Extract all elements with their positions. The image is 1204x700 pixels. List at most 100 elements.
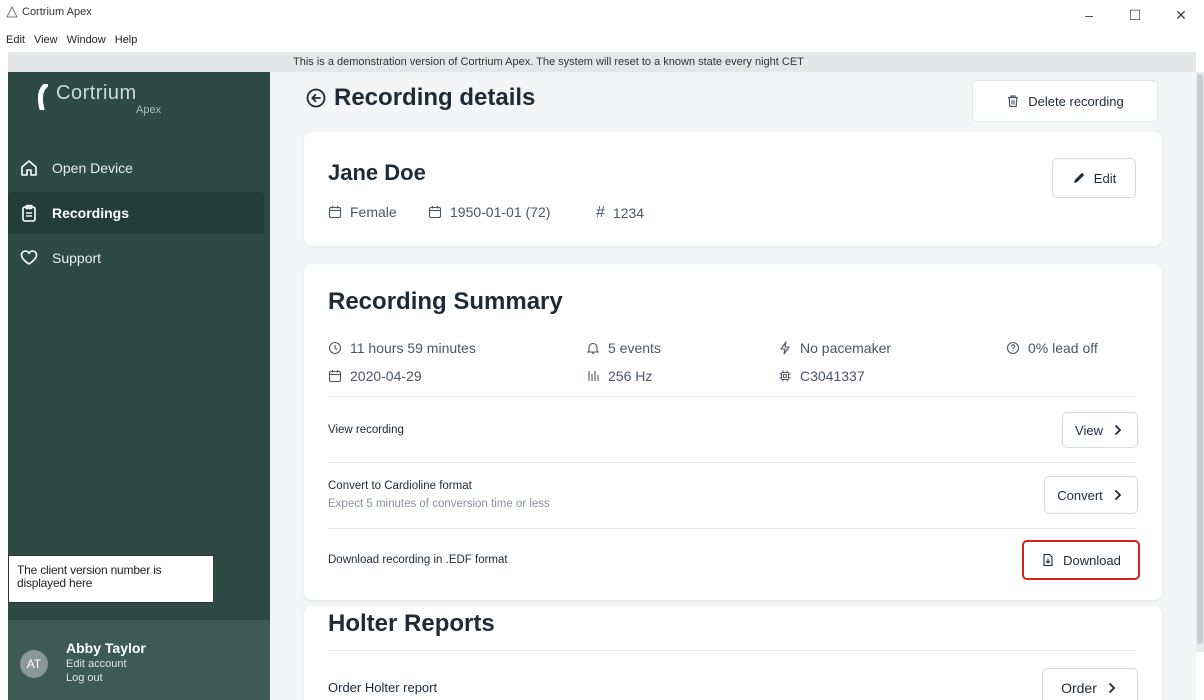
back-arrow-icon[interactable] [306, 88, 326, 108]
summary-events: 5 events [586, 340, 661, 356]
heart-icon [20, 250, 38, 265]
edit-label: Edit [1093, 170, 1117, 186]
hash-icon: # [596, 204, 605, 221]
minimize-button[interactable]: – [1066, 0, 1112, 30]
pacemaker-text: No pacemaker [800, 340, 892, 356]
file-download-icon [1043, 553, 1053, 567]
calendar-icon [328, 206, 342, 219]
order-holter-label: Order Holter report [328, 680, 438, 695]
convert-subtext: Expect 5 minutes of conversion time or l… [328, 498, 550, 510]
main-content: Recording details Delete recording Jane … [270, 72, 1196, 700]
chevron-right-icon [1114, 490, 1122, 500]
view-button-label: View [1075, 422, 1103, 438]
order-button[interactable]: Order [1042, 668, 1138, 700]
convert-label: Convert to Cardioline format [328, 480, 472, 492]
close-button[interactable]: ✕ [1158, 0, 1204, 30]
page-title: Recording details [306, 84, 535, 112]
bolt-icon [780, 341, 790, 355]
summary-date: 2020-04-29 [328, 368, 422, 384]
user-panel: AT Abby Taylor Edit account Log out [8, 620, 270, 700]
scrollbar[interactable] [1196, 72, 1204, 652]
title-bar: Cortrium Apex – ☐ ✕ [0, 0, 1204, 34]
menu-edit[interactable]: Edit [6, 34, 25, 52]
view-recording-label: View recording [328, 424, 404, 436]
logo: Cortrium Apex [36, 82, 176, 124]
summary-pacemaker: No pacemaker [778, 340, 891, 356]
patient-gender: Female [328, 204, 397, 220]
logo-word: Cortrium [56, 82, 137, 104]
page-title-text: Recording details [334, 84, 536, 111]
download-button-label: Download [1063, 552, 1121, 568]
sidebar: Cortrium Apex Open Device Recordings Sup… [8, 72, 270, 700]
summary-title: Recording Summary [328, 288, 563, 315]
patient-id: # 1234 [596, 204, 644, 222]
chip-icon [779, 370, 791, 382]
id-text: 1234 [612, 205, 645, 221]
calendar-icon [328, 370, 342, 383]
convert-button-label: Convert [1057, 487, 1103, 503]
patient-dob: 1950-01-01 (72) [428, 204, 550, 220]
download-button[interactable]: Download [1022, 540, 1140, 580]
divider [328, 462, 1136, 463]
window-controls: – ☐ ✕ [1066, 0, 1204, 30]
sidebar-item-recordings[interactable]: Recordings [8, 192, 264, 234]
edit-patient-button[interactable]: Edit [1052, 158, 1136, 198]
sidebar-item-label: Recordings [52, 205, 130, 221]
home-icon [21, 160, 37, 176]
divider [328, 528, 1136, 529]
clock-icon [328, 341, 342, 355]
holter-title: Holter Reports [328, 610, 495, 637]
delete-recording-button[interactable]: Delete recording [972, 80, 1158, 122]
sidebar-item-open-device[interactable]: Open Device [8, 147, 264, 189]
menu-bar: Edit View Window Help [0, 34, 137, 52]
maximize-button[interactable]: ☐ [1112, 0, 1158, 30]
rate-text: 256 Hz [608, 368, 653, 384]
user-name: Abby Taylor [66, 640, 146, 656]
summary-device: C3041337 [778, 368, 865, 384]
dob-text: 1950-01-01 (72) [450, 204, 551, 220]
summary-leadoff: 0% lead off [1006, 340, 1098, 356]
divider [328, 650, 1136, 651]
pencil-icon [1073, 172, 1084, 183]
chevron-right-icon [1115, 425, 1122, 435]
download-label: Download recording in .EDF format [328, 554, 508, 566]
patient-name: Jane Doe [328, 160, 426, 185]
help-circle-icon [1006, 341, 1020, 355]
menu-view[interactable]: View [34, 34, 58, 52]
logo-sub: Apex [136, 104, 162, 116]
divider [328, 396, 1136, 397]
app-title-text: Cortrium Apex [22, 6, 92, 18]
holter-card: Holter Reports Order Holter report Order [304, 606, 1162, 700]
trash-icon [1008, 95, 1019, 108]
logout-link[interactable]: Log out [66, 672, 103, 684]
order-button-label: Order [1061, 680, 1097, 696]
view-button[interactable]: View [1062, 412, 1138, 448]
sidebar-item-label: Support [52, 250, 102, 266]
sample-rate-icon [588, 371, 599, 381]
menu-window[interactable]: Window [67, 34, 106, 52]
gender-text: Female [350, 204, 397, 220]
scrollbar-thumb[interactable] [1197, 74, 1203, 644]
demo-banner: This is a demonstration version of Cortr… [8, 52, 1196, 72]
summary-card: Recording Summary 11 hours 59 minutes 5 … [304, 264, 1162, 600]
app-logo-icon [6, 6, 18, 18]
edit-account-link[interactable]: Edit account [66, 658, 127, 670]
summary-duration: 11 hours 59 minutes [328, 340, 476, 356]
bell-icon [586, 342, 600, 354]
chevron-right-icon [1108, 683, 1116, 693]
delete-recording-label: Delete recording [1028, 93, 1124, 109]
clipboard-icon [22, 204, 36, 222]
avatar: AT [20, 650, 48, 678]
duration-text: 11 hours 59 minutes [350, 340, 476, 356]
patient-card: Jane Doe Edit Female 1950-01-01 (72) # 1… [304, 132, 1162, 246]
menu-help[interactable]: Help [115, 34, 138, 52]
version-callout: The client version number is displayed h… [8, 555, 214, 603]
sidebar-item-label: Open Device [52, 160, 133, 176]
convert-button[interactable]: Convert [1044, 476, 1138, 514]
date-text: 2020-04-29 [350, 368, 422, 384]
calendar-icon [428, 206, 442, 219]
leadoff-text: 0% lead off [1028, 340, 1098, 356]
events-text: 5 events [608, 340, 661, 356]
device-text: C3041337 [800, 368, 865, 384]
sidebar-item-support[interactable]: Support [8, 237, 264, 279]
